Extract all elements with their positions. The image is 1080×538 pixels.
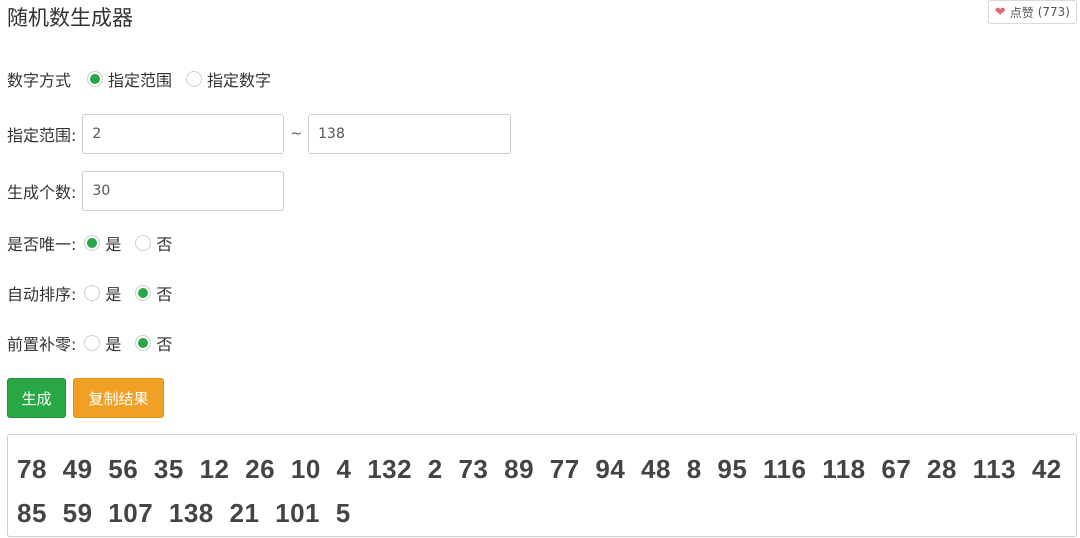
radio-unchecked-icon[interactable]	[84, 335, 101, 351]
unique-label: 是否唯一:	[7, 235, 77, 254]
page-title: 随机数生成器	[7, 6, 133, 30]
unique-option-yes[interactable]: 是	[84, 231, 121, 255]
pad-zero-row: 前置补零: 是 否	[7, 331, 172, 355]
range-max-input[interactable]: 138	[308, 114, 512, 154]
radio-unchecked-icon[interactable]	[135, 235, 152, 251]
radio-unchecked-icon[interactable]	[186, 71, 203, 87]
like-label: 点赞	[1009, 5, 1034, 20]
range-row: 指定范围: 2 ~ 138	[7, 114, 512, 154]
unique-option-yes-label: 是	[105, 235, 122, 254]
count-row: 生成个数: 30	[7, 171, 285, 211]
mode-option-number[interactable]: 指定数字	[186, 67, 271, 91]
range-label: 指定范围:	[7, 126, 77, 145]
pad-zero-option-no-label: 否	[156, 335, 173, 354]
radio-checked-icon[interactable]	[135, 335, 152, 351]
sort-label: 自动排序:	[7, 285, 77, 304]
radio-checked-icon[interactable]	[87, 71, 104, 87]
pad-zero-option-yes[interactable]: 是	[84, 331, 121, 355]
pad-zero-option-no[interactable]: 否	[135, 331, 172, 355]
radio-unchecked-icon[interactable]	[84, 285, 101, 301]
range-min-input[interactable]: 2	[82, 114, 285, 154]
radio-checked-icon[interactable]	[135, 285, 152, 301]
unique-row: 是否唯一: 是 否	[7, 231, 172, 255]
count-label: 生成个数:	[7, 183, 77, 202]
pad-zero-option-yes-label: 是	[105, 335, 122, 354]
sort-row: 自动排序: 是 否	[7, 281, 172, 305]
sort-option-yes[interactable]: 是	[84, 281, 121, 305]
range-separator: ~	[290, 126, 303, 142]
like-count: (773)	[1037, 5, 1070, 19]
sort-option-yes-label: 是	[105, 285, 122, 304]
mode-option-range[interactable]: 指定范围	[87, 67, 172, 91]
sort-option-no[interactable]: 否	[135, 281, 172, 305]
pad-zero-label: 前置补零:	[7, 335, 77, 354]
copy-result-button[interactable]: 复制结果	[73, 378, 164, 418]
mode-row: 数字方式 指定范围 指定数字	[7, 67, 271, 91]
generate-button[interactable]: 生成	[7, 378, 66, 418]
unique-option-no[interactable]: 否	[135, 231, 172, 255]
like-button[interactable]: ❤ 点赞 (773)	[987, 0, 1077, 24]
mode-label: 数字方式	[7, 71, 72, 90]
mode-option-number-label: 指定数字	[207, 71, 272, 90]
result-output[interactable]: 78 49 56 35 12 26 10 4 132 2 73 89 77 94…	[7, 434, 1077, 537]
unique-option-no-label: 否	[156, 235, 173, 254]
radio-checked-icon[interactable]	[84, 235, 101, 251]
sort-option-no-label: 否	[156, 285, 173, 304]
heart-icon: ❤	[994, 4, 1006, 20]
mode-option-range-label: 指定范围	[108, 71, 173, 90]
count-input[interactable]: 30	[82, 171, 285, 211]
